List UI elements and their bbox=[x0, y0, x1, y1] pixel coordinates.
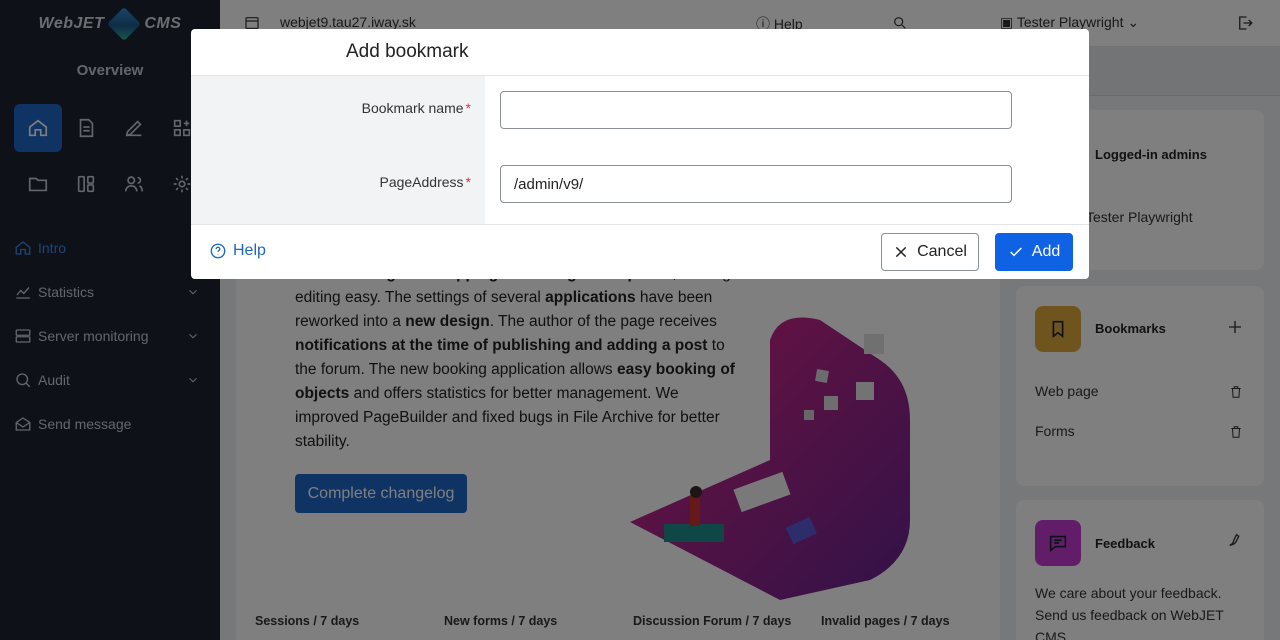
bookmark-name-label-text: Bookmark name bbox=[361, 100, 464, 116]
required-marker: * bbox=[465, 100, 471, 116]
add-bookmark-dialog: Add bookmark Bookmark name * PageAddress *… bbox=[191, 29, 1089, 279]
check-icon bbox=[1009, 247, 1022, 257]
dialog-footer-divider bbox=[191, 224, 1089, 225]
dialog-help-label: Help bbox=[233, 242, 266, 259]
cancel-label: Cancel bbox=[917, 243, 967, 260]
question-circle-icon bbox=[210, 243, 226, 259]
dialog-title: Add bookmark bbox=[346, 41, 469, 62]
page-address-label-text: PageAddress bbox=[379, 174, 464, 190]
page-address-label: PageAddress * bbox=[379, 174, 471, 190]
add-label: Add bbox=[1031, 243, 1061, 260]
add-button[interactable]: Add bbox=[995, 233, 1073, 271]
bookmark-name-input[interactable] bbox=[500, 91, 1012, 129]
cancel-button[interactable]: Cancel bbox=[881, 233, 979, 271]
dialog-label-column bbox=[191, 76, 485, 224]
required-marker: * bbox=[465, 174, 471, 190]
bookmark-name-label: Bookmark name * bbox=[362, 100, 471, 116]
close-icon bbox=[895, 246, 907, 258]
dialog-help-link[interactable]: Help bbox=[209, 242, 266, 260]
page-address-input[interactable] bbox=[500, 165, 1012, 203]
